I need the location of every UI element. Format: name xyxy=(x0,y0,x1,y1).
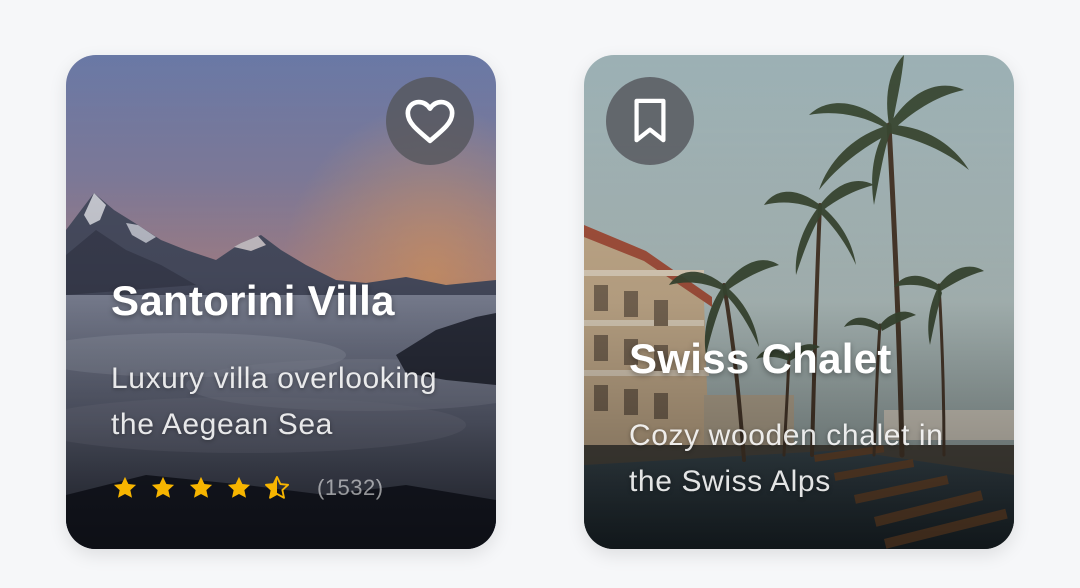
star-icon xyxy=(149,474,177,502)
star-icon xyxy=(225,474,253,502)
destination-card[interactable]: Swiss Chalet Cozy wooden chalet in the S… xyxy=(584,55,1014,549)
bookmark-button[interactable] xyxy=(606,77,694,165)
review-count: (1532) xyxy=(317,475,384,500)
card-title: Swiss Chalet xyxy=(629,335,892,382)
heart-icon xyxy=(405,99,455,144)
star-icon xyxy=(111,474,139,502)
bookmark-icon xyxy=(634,98,666,143)
card-description: Cozy wooden chalet in the Swiss Alps xyxy=(629,419,944,498)
star-rating xyxy=(111,474,291,502)
half-star-icon xyxy=(263,474,291,502)
card-title: Santorini Villa xyxy=(111,277,395,324)
destination-card[interactable]: Santorini Villa Luxury villa overlooking… xyxy=(66,55,496,549)
rating: (1532) xyxy=(111,474,384,502)
card-gallery: Santorini Villa Luxury villa overlooking… xyxy=(0,0,1080,588)
card-description: Luxury villa overlooking the Aegean Sea xyxy=(111,362,438,441)
star-icon xyxy=(187,474,215,502)
favorite-button[interactable] xyxy=(386,77,474,165)
